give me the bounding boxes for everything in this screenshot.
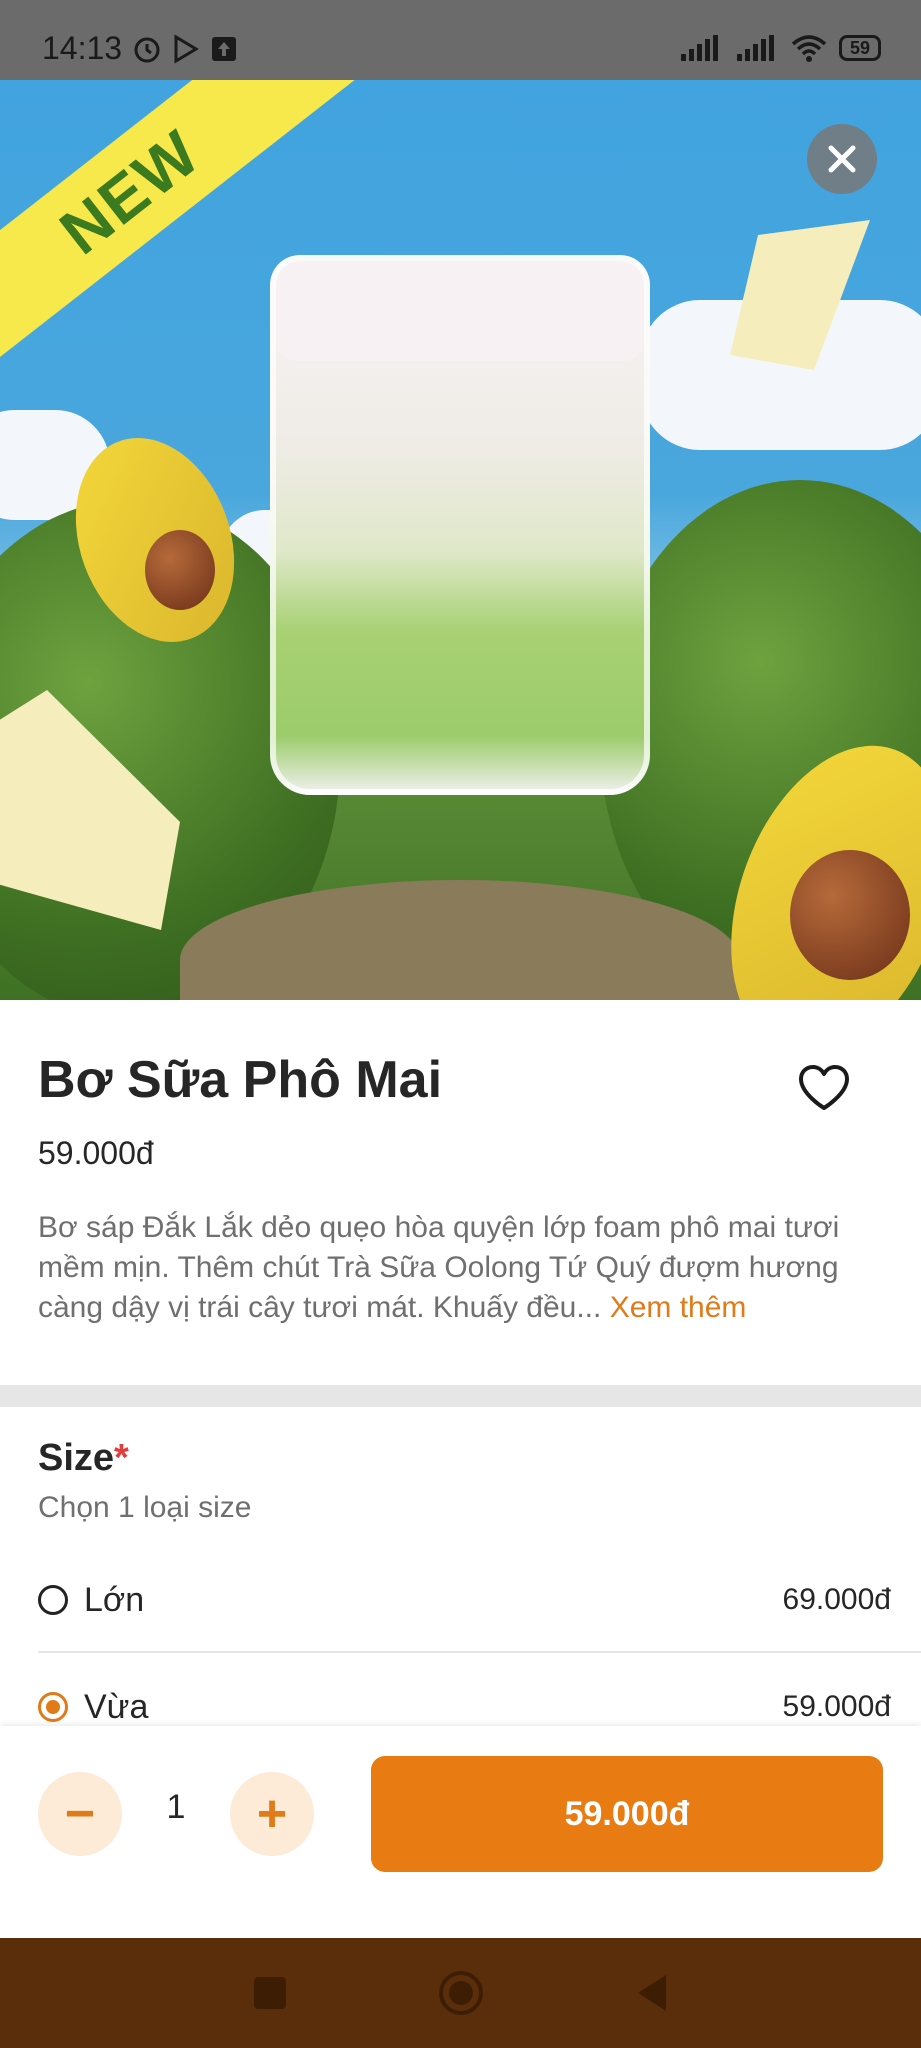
home-icon[interactable] bbox=[438, 1970, 484, 2016]
size-section: Size* Chọn 1 loại size Lớn 69.000đ Vừa 5… bbox=[0, 1407, 921, 1727]
size-option-lon[interactable]: Lớn 69.000đ bbox=[38, 1550, 891, 1650]
size-option-price: 69.000đ bbox=[782, 1583, 891, 1616]
size-subtitle: Chọn 1 loại size bbox=[38, 1491, 252, 1524]
size-option-label: Lớn bbox=[84, 1580, 145, 1619]
minus-icon: − bbox=[64, 1785, 96, 1843]
play-store-icon bbox=[174, 33, 199, 64]
product-title: Bơ Sữa Phô Mai bbox=[38, 1051, 443, 1109]
recent-apps-icon[interactable] bbox=[252, 1975, 288, 2011]
new-badge-label: NEW bbox=[46, 115, 214, 269]
see-more-link[interactable]: Xem thêm bbox=[610, 1291, 747, 1324]
avocado-seed bbox=[145, 530, 215, 610]
plus-icon: + bbox=[256, 1785, 288, 1843]
status-left: 14:13 bbox=[42, 30, 238, 67]
section-divider bbox=[0, 1385, 921, 1407]
heart-icon[interactable] bbox=[797, 1064, 851, 1112]
status-time: 14:13 bbox=[42, 30, 123, 66]
decrease-button[interactable]: − bbox=[38, 1772, 122, 1856]
wifi-icon bbox=[791, 35, 827, 62]
add-to-cart-label: 59.000đ bbox=[564, 1794, 690, 1833]
avocado-seed bbox=[790, 850, 910, 980]
required-mark: * bbox=[114, 1437, 129, 1479]
alarm-icon bbox=[134, 37, 160, 62]
close-button[interactable] bbox=[807, 124, 877, 194]
size-title-text: Size bbox=[38, 1437, 115, 1479]
option-divider bbox=[38, 1651, 921, 1653]
product-image: NEW bbox=[0, 80, 921, 1000]
status-bar: 14:13 59 bbox=[0, 0, 921, 80]
increase-button[interactable]: + bbox=[230, 1772, 314, 1856]
product-info: Bơ Sữa Phô Mai 59.000đ Bơ sáp Đắk Lắk dẻ… bbox=[0, 1000, 921, 1385]
product-description: Bơ sáp Đắk Lắk dẻo quẹo hòa quyện lớp fo… bbox=[38, 1208, 878, 1328]
battery-indicator: 59 bbox=[838, 35, 881, 61]
signal-icon bbox=[680, 35, 718, 61]
back-icon[interactable] bbox=[634, 1973, 670, 2013]
radio-selected[interactable] bbox=[38, 1692, 68, 1722]
size-option-label: Vừa bbox=[84, 1687, 149, 1726]
cheese-foam bbox=[276, 261, 644, 361]
size-option-price: 59.000đ bbox=[782, 1690, 891, 1723]
status-right: 59 bbox=[679, 34, 881, 62]
milk-tea-glass bbox=[270, 255, 650, 795]
radio-unselected[interactable] bbox=[38, 1585, 68, 1615]
order-bar: − 1 + 59.000đ bbox=[0, 1726, 921, 1938]
product-price: 59.000đ bbox=[38, 1135, 154, 1171]
size-title: Size* bbox=[38, 1437, 129, 1480]
quantity-value: 1 bbox=[166, 1788, 186, 1826]
add-to-cart-button[interactable]: 59.000đ bbox=[371, 1756, 883, 1872]
upload-icon bbox=[212, 36, 237, 61]
navigation-bar bbox=[0, 1938, 921, 2048]
close-icon bbox=[828, 145, 856, 173]
signal-icon-2 bbox=[736, 35, 774, 61]
